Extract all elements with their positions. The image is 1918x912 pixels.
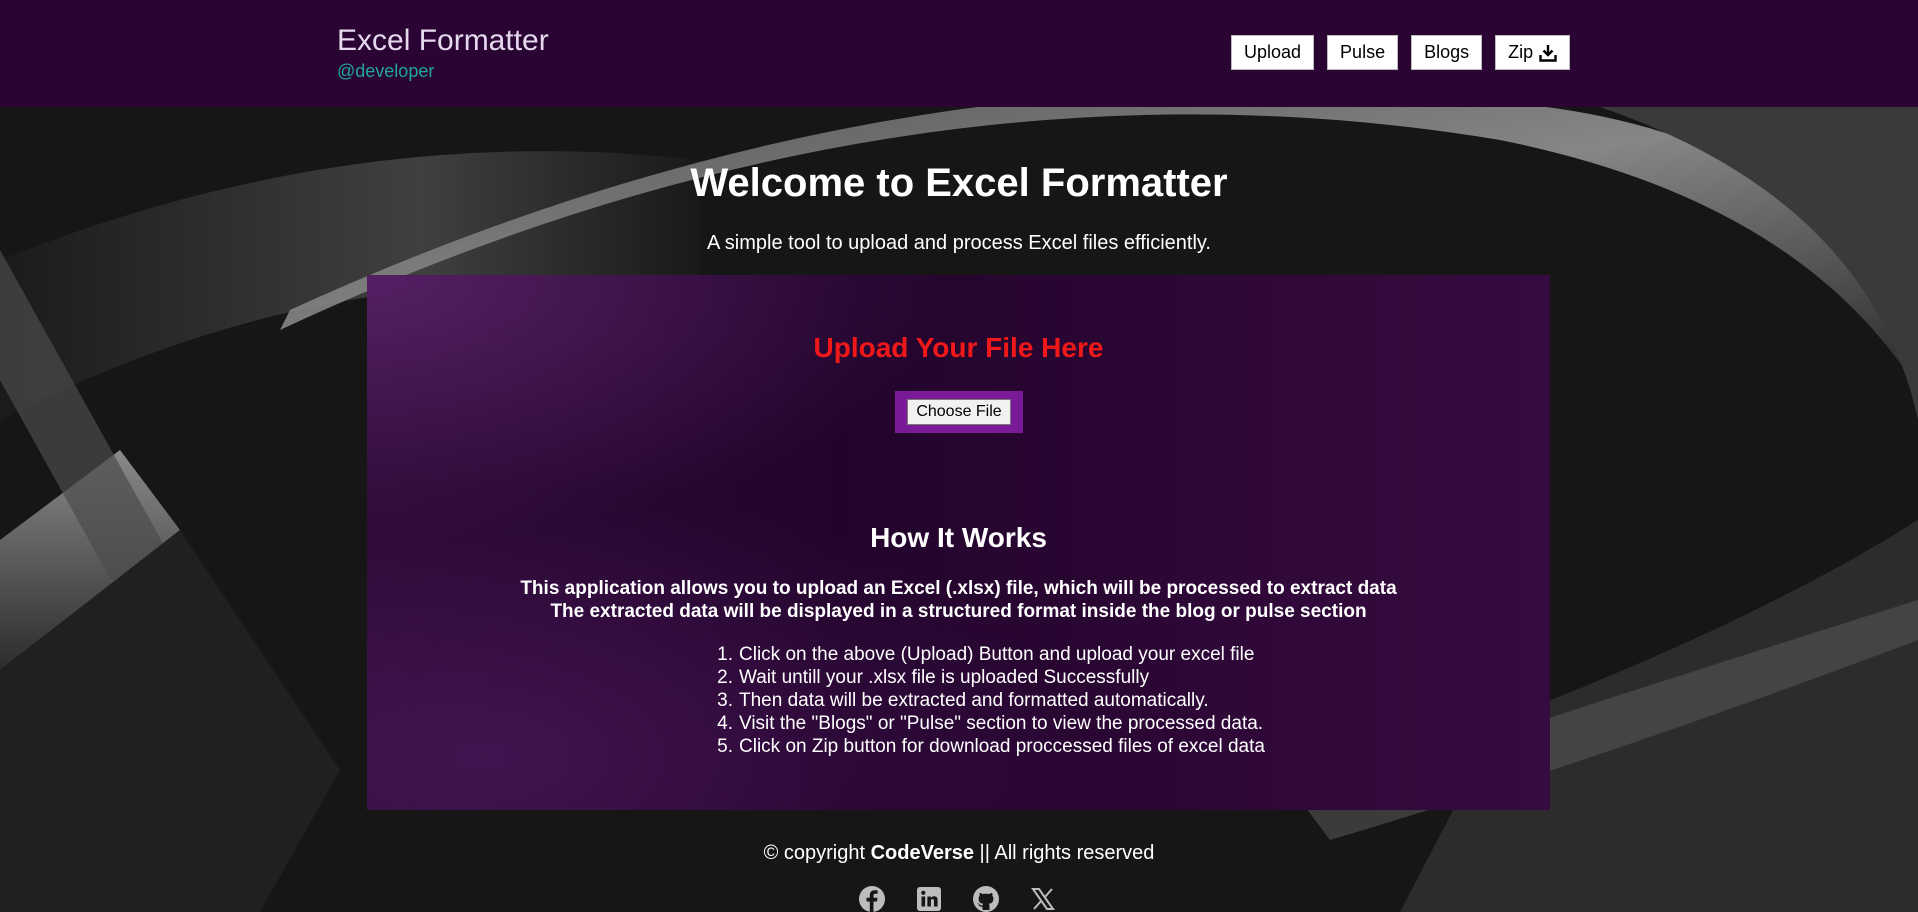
linkedin-icon[interactable] [914, 884, 944, 912]
how-it-works-description: This application allows you to upload an… [367, 577, 1550, 623]
top-nav: Upload Pulse Blogs Zip [1231, 35, 1571, 70]
step-number: 4. [717, 713, 733, 734]
list-item: 5. Click on Zip button for download procc… [707, 735, 1307, 758]
step-text: Click on the above (Upload) Button and u… [739, 644, 1255, 665]
zip-button[interactable]: Zip [1495, 35, 1571, 70]
blogs-button-label: Blogs [1424, 42, 1470, 62]
download-icon [1539, 44, 1557, 62]
upload-button[interactable]: Upload [1231, 35, 1315, 70]
social-links [857, 884, 1058, 912]
upload-panel: Upload Your File Here Choose File How It… [367, 275, 1550, 810]
welcome-heading: Welcome to Excel Formatter [690, 161, 1228, 205]
step-number: 1. [717, 644, 733, 665]
blogs-button[interactable]: Blogs [1411, 35, 1483, 70]
pulse-button[interactable]: Pulse [1327, 35, 1399, 70]
top-header: Excel Formatter @developer Upload Pulse … [0, 0, 1918, 107]
step-number: 3. [717, 690, 733, 711]
copyright-text: © copyright CodeVerse || All rights rese… [0, 841, 1918, 865]
file-input-wrapper: Choose File [895, 391, 1023, 433]
list-item: 4. Visit the "Blogs" or "Pulse" section t… [707, 712, 1307, 735]
list-item: 2. Wait untill your .xlsx file is uploade… [707, 666, 1307, 689]
zip-button-label: Zip [1508, 42, 1534, 62]
footer: © copyright CodeVerse || All rights rese… [0, 841, 1918, 912]
pulse-button-label: Pulse [1340, 42, 1386, 62]
copyright-prefix: © copyright [763, 842, 871, 864]
list-item: 1. Click on the above (Upload) Button and… [707, 643, 1307, 666]
step-number: 5. [717, 736, 733, 757]
developer-handle: @developer [337, 61, 435, 81]
step-number: 2. [717, 667, 733, 688]
github-icon[interactable] [971, 884, 1001, 912]
copyright-suffix: || All rights reserved [973, 842, 1155, 864]
how-it-works-heading: How It Works [870, 522, 1047, 553]
welcome-subtitle: A simple tool to upload and process Exce… [707, 232, 1211, 254]
steps-list: 1. Click on the above (Upload) Button and… [707, 643, 1307, 758]
description-line: The extracted data will be displayed in … [550, 601, 1367, 622]
facebook-icon[interactable] [857, 884, 887, 912]
step-text: Click on Zip button for download procces… [739, 736, 1265, 757]
step-text: Wait untill your .xlsx file is uploaded … [739, 667, 1150, 688]
choose-file-button[interactable]: Choose File [907, 399, 1011, 425]
list-item: 3. Then data will be extracted and format… [707, 689, 1307, 712]
footer-brand: CodeVerse [870, 842, 974, 864]
step-text: Then data will be extracted and formatte… [739, 690, 1209, 711]
step-text: Visit the "Blogs" or "Pulse" section to … [739, 713, 1264, 734]
upload-heading: Upload Your File Here [813, 332, 1104, 363]
app-title: Excel Formatter [337, 24, 549, 57]
upload-button-label: Upload [1244, 42, 1302, 62]
description-line: This application allows you to upload an… [520, 578, 1397, 599]
x-icon[interactable] [1028, 884, 1058, 912]
